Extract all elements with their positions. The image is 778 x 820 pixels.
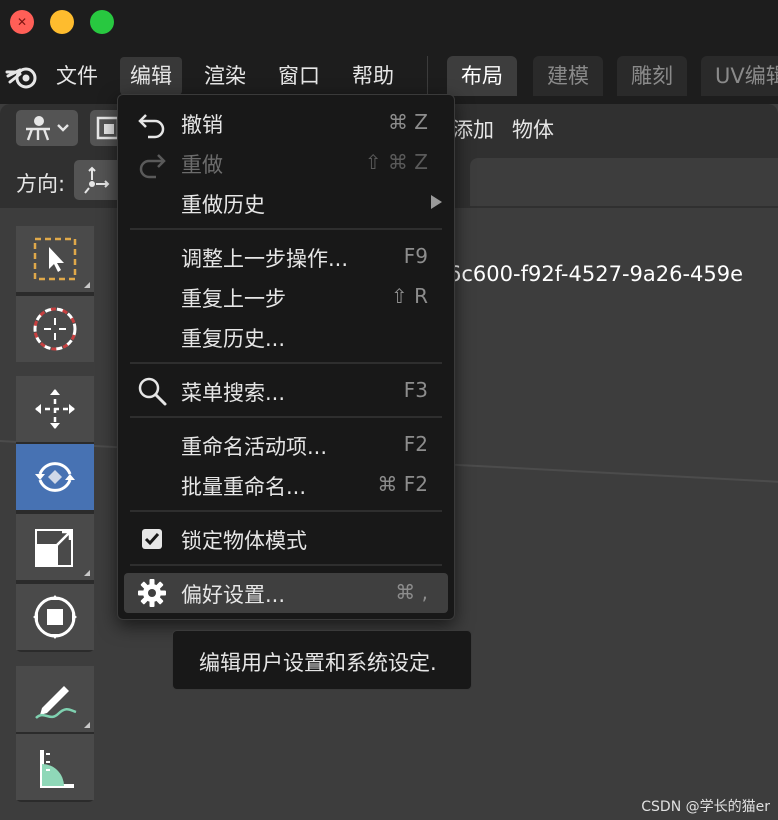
menu-item-shortcut: F2	[403, 432, 428, 456]
menu-separator	[130, 416, 442, 418]
tool-variants-indicator	[84, 722, 90, 728]
redo-icon	[139, 154, 166, 179]
title-bar	[0, 0, 778, 50]
gear-icon	[138, 579, 166, 607]
menu-item-redo-history[interactable]: 重做历史	[118, 183, 454, 223]
menu-item-label: 重复上一步	[181, 287, 286, 311]
tool-group-transform	[16, 376, 94, 652]
transform-tool-icon	[33, 595, 77, 639]
checkbox-checked-icon[interactable]	[136, 523, 168, 555]
menu-item-label: 重做	[181, 153, 223, 177]
menu-item-redo[interactable]: 重做 ⇧ ⌘ Z	[118, 143, 454, 183]
menu-window[interactable]: 窗口	[268, 57, 330, 95]
tool-variants-indicator	[84, 570, 90, 576]
menu-item-repeat-last[interactable]: 重复上一步 ⇧ R	[118, 277, 454, 317]
preferences-tooltip: 编辑用户设置和系统设定.	[172, 630, 472, 690]
menu-item-shortcut: ⇧ ⌘ Z	[364, 150, 428, 174]
menu-item-label: 批量重命名...	[181, 475, 307, 499]
search-icon	[138, 377, 167, 406]
submenu-arrow-icon	[431, 195, 442, 209]
tool-move[interactable]	[16, 376, 94, 442]
editor-type-button[interactable]	[16, 110, 78, 146]
tool-group-annotate	[16, 666, 94, 802]
select-box-tool-icon	[33, 237, 77, 281]
tool-annotate[interactable]	[16, 666, 94, 732]
menu-item-lock-object-modes[interactable]: 锁定物体模式	[118, 519, 454, 559]
menu-item-shortcut: ⌘ Z	[387, 110, 428, 134]
workspace-tab-layout[interactable]: 布局	[447, 56, 517, 96]
menu-item-batch-rename[interactable]: 批量重命名... ⌘ F2	[118, 465, 454, 505]
menu-separator	[130, 510, 442, 512]
menu-item-label: 锁定物体模式	[181, 529, 307, 553]
workspace-tab-uv-editing[interactable]: UV编辑	[701, 56, 778, 96]
tool-measure[interactable]	[16, 734, 94, 800]
menu-item-shortcut: ⌘ F2	[377, 472, 428, 496]
menu-item-rename-active[interactable]: 重命名活动项... F2	[118, 425, 454, 465]
menu-item-repeat-history[interactable]: 重复历史...	[118, 317, 454, 357]
menu-item-label: 菜单搜索...	[181, 381, 286, 405]
menu-separator	[130, 564, 442, 566]
menu-edit[interactable]: 编辑	[120, 57, 182, 95]
viewport-editor-icon	[26, 116, 69, 141]
annotate-pencil-icon	[35, 686, 77, 719]
tooltip-text: 编辑用户设置和系统设定.	[199, 651, 437, 675]
menu-item-label: 重做历史	[181, 193, 265, 217]
menu-item-shortcut: F9	[403, 244, 428, 268]
move-tool-icon	[35, 389, 75, 429]
scale-tool-icon	[35, 529, 73, 567]
menubar-divider	[427, 56, 428, 96]
rotate-tool-icon	[35, 462, 75, 492]
tool-cursor[interactable]	[16, 296, 94, 362]
undo-icon	[138, 114, 165, 139]
menu-item-label: 重复历史...	[181, 327, 286, 351]
menu-item-shortcut: ⌘ ,	[395, 580, 428, 604]
menu-separator	[130, 362, 442, 364]
menu-render[interactable]: 渲染	[194, 57, 256, 95]
menu-item-shortcut: ⇧ R	[390, 284, 428, 308]
menu-file[interactable]: 文件	[46, 57, 108, 95]
menu-item-label: 调整上一步操作...	[181, 247, 349, 271]
menu-item-label: 偏好设置...	[181, 583, 286, 607]
direction-label: 方向:	[16, 172, 66, 196]
object-uuid-text: 6c600-f92f-4527-9a26-459e	[448, 262, 744, 286]
menu-add[interactable]: 添加	[452, 114, 494, 144]
menu-item-menu-search[interactable]: 菜单搜索... F3	[118, 371, 454, 411]
tool-transform[interactable]	[16, 584, 94, 650]
blender-logo-icon[interactable]	[4, 62, 40, 92]
measure-ruler-icon	[40, 750, 74, 788]
menu-object[interactable]: 物体	[512, 114, 554, 144]
tool-scale[interactable]	[16, 514, 94, 580]
menu-item-preferences[interactable]: 偏好设置... ⌘ ,	[124, 573, 448, 613]
minimize-window-button[interactable]	[50, 10, 74, 34]
menu-item-adjust-last-operation[interactable]: 调整上一步操作... F9	[118, 237, 454, 277]
tool-group-select	[16, 226, 94, 362]
workspace-tab-modeling[interactable]: 建模	[533, 56, 603, 96]
menu-separator	[130, 228, 442, 230]
workspace-tab-sculpting[interactable]: 雕刻	[617, 56, 687, 96]
zoom-window-button[interactable]	[90, 10, 114, 34]
edit-menu-dropdown: 撤销 ⌘ Z 重做 ⇧ ⌘ Z 重做历史 调整上一步操作... F9 重复上一步…	[117, 94, 455, 620]
menu-item-label: 重命名活动项...	[181, 435, 328, 459]
menu-item-undo[interactable]: 撤销 ⌘ Z	[118, 103, 454, 143]
menu-help[interactable]: 帮助	[342, 57, 404, 95]
tool-select-box[interactable]	[16, 226, 94, 292]
tool-variants-indicator	[84, 282, 90, 288]
menu-item-label: 撤销	[181, 113, 223, 137]
menu-item-shortcut: F3	[403, 378, 428, 402]
watermark: CSDN @学长的猫er	[641, 799, 770, 815]
tool-rotate[interactable]	[16, 444, 94, 510]
close-window-button[interactable]	[10, 10, 34, 34]
viewport-area	[470, 158, 778, 206]
cursor-tool-icon	[33, 307, 77, 351]
